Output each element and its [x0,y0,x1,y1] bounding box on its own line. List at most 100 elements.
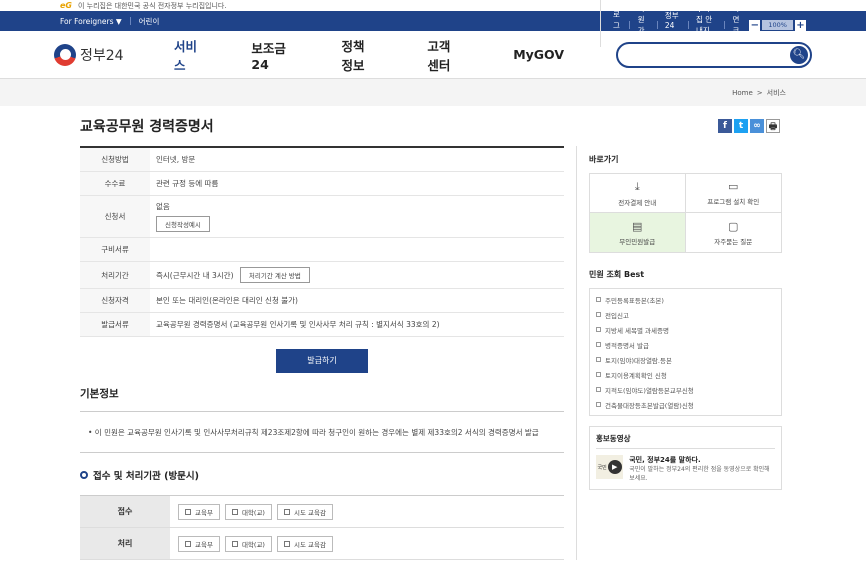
process-heading: 접수 및 처리기관 (방문시) [80,468,564,482]
bullet-icon [596,342,601,347]
divider [129,17,131,25]
process-heading-text: 접수 및 처리기관 (방문시) [93,471,200,482]
promo-body[interactable]: 국민 ▶ 국민, 정부24를 말하다. 국민이 말하는 정부24의 편리한 점을… [596,455,775,483]
shortcut-label: 무인민원발급 [619,237,656,246]
best-list: 주민등록표등본(초본) 전입신고 지방세 세목별 과세증명 병적증명서 발급 토… [589,288,782,416]
row-label: 신청자격 [80,289,150,312]
twitter-icon[interactable]: t [734,119,748,133]
list-item-label: 주민등록표등본(초본) [605,296,664,305]
processing-time-calc-button[interactable]: 처리기간 계산 방법 [239,267,310,283]
shortcut-program-check[interactable]: ▭ 프로그램 설치 확인 [685,174,781,213]
table-row: 신청자격 본인 또는 대리인(온라인은 대리인 신청 불가) [80,289,564,313]
issue-button[interactable]: 발급하기 [276,349,368,373]
about-link[interactable]: 정부24소개 [665,10,680,41]
monitor-icon: ▭ [728,180,739,193]
shortcut-label: 자주묻는 질문 [714,237,753,246]
top-utility-bar: For Foreigners ▼ 어린이 로그인 회원가입 정부24소개 누리집… [0,0,866,47]
breadcrumb: Home > 서비스 [0,79,866,106]
list-item[interactable]: 전입신고 [596,307,775,322]
best-section: 민원 조회 Best 주민등록표등본(초본) 전입신고 지방세 세목별 과세증명… [589,269,782,416]
menu-subsidy[interactable]: 보조금24 [251,38,289,72]
box-icon [231,508,238,515]
thumbnail-text: 국민 [597,464,607,471]
list-item[interactable]: 병적증명서 발급 [596,337,775,352]
form-example-button[interactable]: 신청작성예시 [156,216,210,232]
bullet-icon [596,402,601,407]
list-item-label: 지방세 세목별 과세증명 [605,326,669,335]
menu-mygov[interactable]: MyGOV [513,47,564,62]
for-foreigners-link[interactable]: For Foreigners ▼ [60,17,122,26]
main-column: 신청방법 인터넷, 방문 수수료 관련 규정 등에 따름 신청서 없음 신청작성… [80,146,564,560]
shortcut-payment[interactable]: ⤓ 전자결제 안내 [590,174,686,213]
page-header: 교육공무원 경력증명서 f t ∞ 🖶 [0,106,866,146]
row-value: 교육공무원 경력증명서 (교육공무원 인사기록 및 인사사무 처리 규칙 : 별… [156,320,440,329]
menu-policy[interactable]: 정책정보 [342,36,376,74]
breadcrumb-home[interactable]: Home [732,89,753,97]
row-value [150,245,564,255]
list-item[interactable]: 지방세 세목별 과세증명 [596,322,775,337]
table-row: 접수 교육부 대학(교) 시도 교육감 [80,496,564,528]
sitemap-link[interactable]: 누리집 안내지도 [696,3,716,47]
kiosk-icon: ▤ [632,219,643,233]
list-item[interactable]: 건축물대장등초본발급(열람)신청 [596,397,775,412]
play-icon[interactable]: ▶ [607,460,622,474]
agency-chip[interactable]: 시도 교육감 [276,535,333,552]
list-item[interactable]: 토지(임야)대장열람.등본 [596,352,775,367]
list-item[interactable]: 토지이용계획확인 신청 [596,367,775,382]
chip-label: 대학(교) [241,540,265,549]
chat-icon: ▢ [728,219,739,233]
basic-info-heading: 기본정보 [80,386,564,412]
list-item[interactable]: 주민등록표등본(초본) [596,292,775,307]
bullet-icon [596,327,601,332]
table-row: 신청서 없음 신청작성예시 [80,196,564,238]
row-value: 교육부 대학(교) 시도 교육감 [170,528,346,559]
zoom-out-button[interactable]: − [749,19,761,31]
search-icon[interactable]: 🔍︎ [790,45,808,64]
chip-label: 대학(교) [241,508,265,517]
row-label: 신청방법 [80,148,150,171]
list-item[interactable]: 지적도(임야도)열람등본교부신청 [596,382,775,397]
agency-chip[interactable]: 시도 교육감 [276,503,333,520]
agency-chip[interactable]: 교육부 [178,503,220,520]
facebook-icon[interactable]: f [718,119,732,133]
basic-info-description: • 이 민원은 교육공무원 인사기록 및 인사사무처리규칙 제23조제2항에 따… [80,412,564,453]
video-thumbnail[interactable]: 국민 ▶ [596,455,624,479]
processing-time-value: 즉시(근무시간 내 3시간) [156,271,234,280]
zoom-in-button[interactable]: + [794,19,806,31]
menu-support[interactable]: 고객센터 [427,36,461,74]
table-row: 처리 교육부 대학(교) 시도 교육감 [80,528,564,560]
side-column: 바로가기 ⤓ 전자결제 안내 ▭ 프로그램 설치 확인 ▤ 무인민원발급 ▢ 자… [576,146,782,560]
print-icon[interactable]: 🖶 [766,119,780,133]
row-label: 접수 [80,496,170,527]
bullet-icon [596,357,601,362]
table-row: 발급서류 교육공무원 경력증명서 (교육공무원 인사기록 및 인사사무 처리 규… [80,313,564,337]
main-menu: 서비스 보조금24 정책정보 고객센터 MyGOV [174,36,616,74]
zoom-control: − 100% + [749,19,806,31]
breadcrumb-current[interactable]: 서비스 [767,88,786,98]
agency-chip[interactable]: 대학(교) [224,535,272,552]
shortcut-grid: ⤓ 전자결제 안내 ▭ 프로그램 설치 확인 ▤ 무인민원발급 ▢ 자주묻는 질… [589,173,782,253]
chevron-right-icon: > [756,88,763,97]
promo-video-box: 홍보동영상 국민 ▶ 국민, 정부24를 말하다. 국민이 말하는 정부24의 … [589,426,782,490]
site-logo[interactable]: 정부24 [54,43,174,66]
agency-chip[interactable]: 대학(교) [224,503,272,520]
search-input[interactable]: 🔍︎ [616,41,812,68]
promo-description: 국민이 말하는 정부24의 편리한 점을 동영상으로 확인해 보세요. [629,466,770,482]
shortcut-kiosk[interactable]: ▤ 무인민원발급 [590,213,686,252]
bullet-icon [596,372,601,377]
shortcut-faq[interactable]: ▢ 자주묻는 질문 [686,213,782,252]
bullet-icon [596,312,601,317]
menu-service[interactable]: 서비스 [174,36,199,74]
download-icon: ⤓ [634,179,640,193]
list-item-label: 토지(임야)대장열람.등본 [605,356,672,365]
link-icon[interactable]: ∞ [750,119,764,133]
chip-label: 교육부 [195,540,213,549]
signup-link[interactable]: 회원가입 [638,3,649,47]
row-value: 즉시(근무시간 내 3시간) 처리기간 계산 방법 [150,262,564,288]
gov-notice-text: 이 누리집은 대한민국 공식 전자정부 누리집입니다. [78,1,227,10]
row-value: 관련 규정 등에 따름 [156,179,219,188]
kids-link[interactable]: 어린이 [139,16,160,27]
egov-mark: eG [60,1,72,10]
agency-chip[interactable]: 교육부 [178,535,220,552]
chip-label: 교육부 [195,508,213,517]
